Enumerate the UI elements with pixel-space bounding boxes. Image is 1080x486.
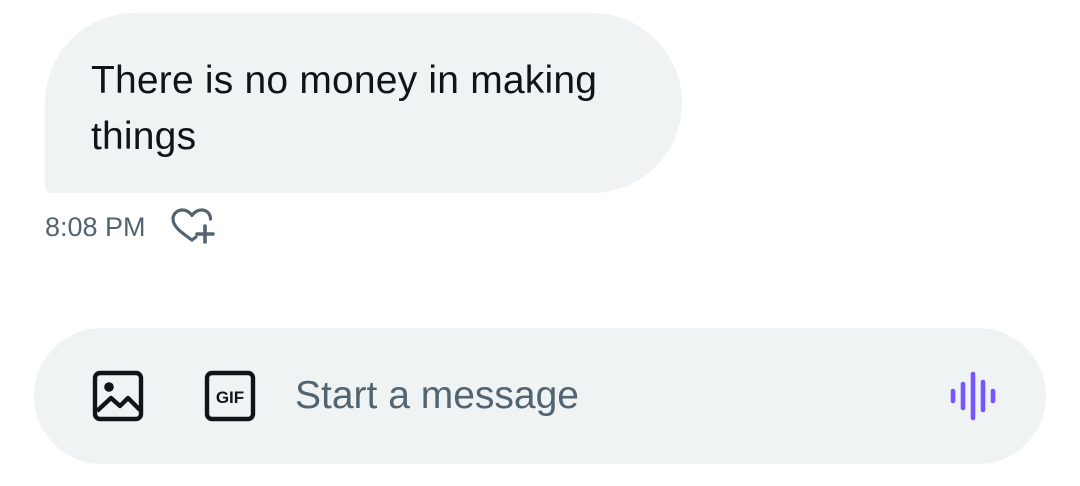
message-timestamp: 8:08 PM bbox=[45, 211, 146, 242]
gif-icon[interactable]: GIF bbox=[204, 370, 256, 422]
message-text: There is no money in making things bbox=[91, 59, 598, 158]
heart-plus-icon[interactable] bbox=[170, 207, 216, 247]
image-icon[interactable] bbox=[92, 370, 144, 422]
gif-label: GIF bbox=[216, 388, 244, 407]
dm-conversation: There is no money in making things 8:08 … bbox=[0, 0, 1080, 486]
received-message-bubble[interactable]: There is no money in making things bbox=[45, 13, 682, 193]
message-composer: GIF bbox=[34, 328, 1046, 464]
message-meta: 8:08 PM bbox=[45, 207, 216, 247]
message-input[interactable] bbox=[295, 366, 946, 426]
voice-waveform-icon[interactable] bbox=[946, 368, 1002, 424]
